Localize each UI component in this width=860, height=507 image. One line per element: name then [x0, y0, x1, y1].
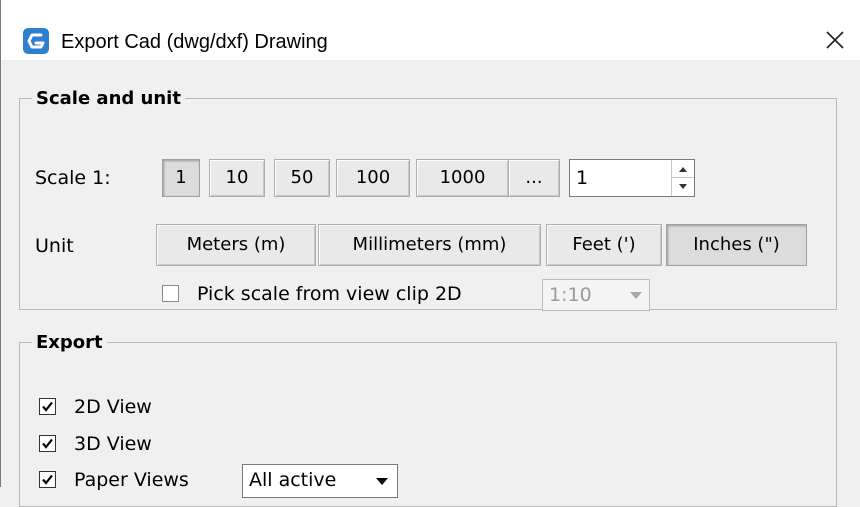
scale-button-1[interactable]: 1: [162, 159, 200, 197]
title-bar: Export Cad (dwg/dxf) Drawing: [0, 0, 860, 60]
export-legend: Export: [36, 332, 103, 353]
scale-button-100[interactable]: 100: [336, 159, 410, 197]
unit-feet-button[interactable]: Feet ('): [546, 224, 662, 266]
check-icon: [42, 401, 53, 412]
check-icon: [42, 474, 53, 485]
scale-button-10[interactable]: 10: [209, 159, 265, 197]
scale-spinbox[interactable]: 1: [569, 159, 695, 197]
scale-unit-group: Scale and unit Scale 1: 1 10 50 100 1000…: [19, 88, 837, 311]
dialog-body: Scale and unit Scale 1: 1 10 50 100 1000…: [0, 60, 860, 507]
export-paper-views-label: Paper Views: [74, 469, 189, 491]
export-3d-checkbox[interactable]: [39, 435, 56, 452]
scale-more-button[interactable]: ...: [508, 159, 560, 197]
export-2d-label: 2D View: [74, 396, 152, 418]
spin-down-button[interactable]: [672, 178, 694, 196]
export-3d-label: 3D View: [74, 433, 152, 455]
arrow-up-icon: [679, 167, 687, 172]
scale-label: Scale 1:: [35, 167, 111, 189]
arrow-down-icon: [679, 184, 687, 189]
unit-meters-button[interactable]: Meters (m): [156, 224, 316, 266]
export-2d-checkbox[interactable]: [39, 398, 56, 415]
pick-scale-label: Pick scale from view clip 2D: [197, 283, 462, 305]
scale-button-1000[interactable]: 1000: [416, 159, 509, 197]
scale-value: 1: [576, 167, 589, 189]
paper-views-select[interactable]: All active: [242, 464, 398, 498]
export-paper-views-checkbox[interactable]: [39, 471, 56, 488]
spin-up-button[interactable]: [672, 160, 694, 178]
chevron-down-icon: [630, 292, 642, 299]
unit-millimeters-button[interactable]: Millimeters (mm): [318, 224, 541, 266]
close-button[interactable]: [821, 26, 849, 54]
scale-button-50[interactable]: 50: [274, 159, 330, 197]
view-clip-scale-value: 1:10: [549, 284, 592, 306]
unit-label: Unit: [35, 235, 74, 257]
close-icon: [826, 31, 844, 49]
scale-unit-legend: Scale and unit: [36, 88, 181, 109]
export-group: Export 2D View 3D View Paper Views All a…: [19, 332, 837, 507]
view-clip-scale-select[interactable]: 1:10: [542, 279, 650, 311]
spin-arrows: [671, 160, 694, 196]
app-logo-icon: [23, 28, 49, 54]
check-icon: [42, 438, 53, 449]
pick-scale-checkbox[interactable]: [162, 285, 179, 302]
window-title: Export Cad (dwg/dxf) Drawing: [61, 31, 328, 53]
chevron-down-icon: [376, 478, 388, 485]
unit-inches-button[interactable]: Inches ("): [666, 224, 807, 266]
paper-views-value: All active: [249, 469, 337, 491]
